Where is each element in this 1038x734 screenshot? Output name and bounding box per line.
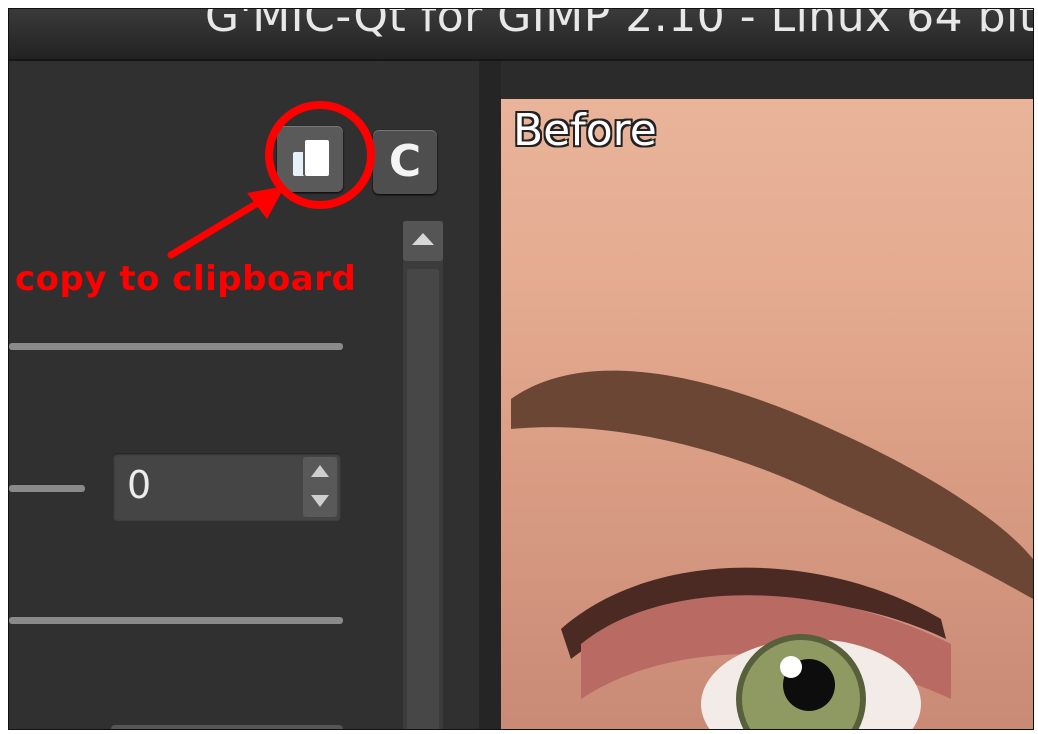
scroll-up-button[interactable] — [403, 221, 443, 261]
app-window: G'MIC-Qt for GIMP 2.10 - Linux 64 bits -… — [8, 8, 1034, 730]
spin-up-icon[interactable] — [311, 465, 329, 477]
reset-parameters-button[interactable]: C — [373, 130, 437, 194]
parameter-separator — [9, 617, 343, 624]
before-label: Before — [513, 105, 657, 156]
preview-area[interactable]: Before — [501, 99, 1033, 729]
preview-image — [511, 370, 1033, 729]
spinbox-arrows[interactable] — [303, 457, 337, 517]
spinbox-value: 0 — [127, 463, 152, 507]
scrollbar-handle[interactable] — [407, 269, 439, 729]
window-title: G'MIC-Qt for GIMP 2.10 - Linux 64 bits -… — [205, 9, 1033, 42]
parameter-slider[interactable] — [9, 485, 85, 492]
parameter-spinbox[interactable]: 0 — [113, 453, 341, 521]
parameters-scrollbar[interactable] — [403, 221, 443, 729]
title-bar[interactable]: G'MIC-Qt for GIMP 2.10 - Linux 64 bits -… — [9, 9, 1033, 61]
copy-to-clipboard-button[interactable] — [277, 126, 343, 192]
reset-icon: C — [388, 136, 422, 187]
spin-down-icon[interactable] — [311, 495, 329, 507]
parameter-dropdown[interactable] — [111, 725, 343, 729]
annotation-label: copy to clipboard — [15, 259, 357, 299]
parameter-separator — [9, 343, 343, 350]
panel-divider[interactable] — [479, 61, 501, 729]
filter-parameters-panel: C 0 copy to clipboard — [9, 61, 479, 729]
arrow-up-icon — [412, 233, 434, 245]
